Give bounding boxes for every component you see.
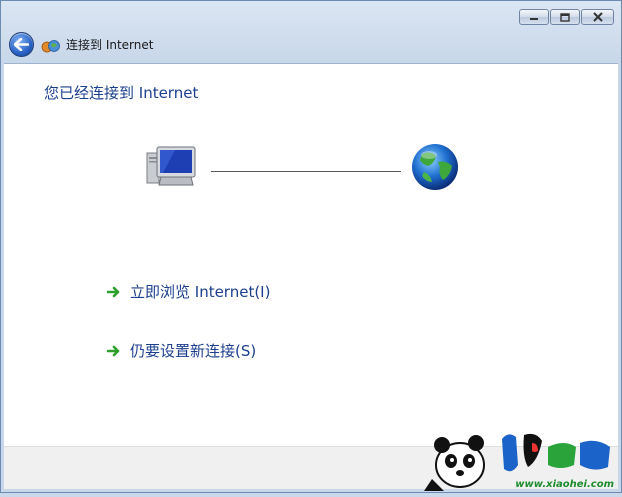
maximize-button[interactable] [550,9,580,25]
caption-buttons [519,9,614,25]
close-icon [592,12,603,22]
minimize-icon [530,18,538,20]
close-button[interactable] [581,9,614,25]
globe-icon [412,144,458,190]
browse-internet-label: 立即浏览 Internet(I) [130,283,271,301]
setup-new-connection-label: 仍要设置新连接(S) [130,342,257,360]
watermark-logo: www.xiaohei.com [424,421,620,493]
status-heading: 您已经连接到 Internet [44,84,199,102]
back-button[interactable] [9,32,34,57]
content-panel: 您已经连接到 Internet 立即浏览 Internet(I) 仍要设置新连接… [4,63,618,446]
computer-icon [146,146,196,186]
maximize-icon [560,12,570,22]
connection-line [211,171,401,172]
watermark-url: www.xiaohei.com [515,479,614,490]
minimize-button[interactable] [519,9,549,25]
wizard-window: 连接到 Internet 您已经连接到 Internet 立即浏览 Intern… [0,0,622,493]
network-connection-icon [41,40,60,53]
browse-internet-link[interactable]: 立即浏览 Internet(I) [107,283,270,301]
back-arrow-icon [14,38,29,51]
window-title: 连接到 Internet [66,38,154,52]
setup-new-connection-link[interactable]: 仍要设置新连接(S) [107,342,256,360]
green-arrow-icon [107,345,120,357]
green-arrow-icon [107,286,120,298]
